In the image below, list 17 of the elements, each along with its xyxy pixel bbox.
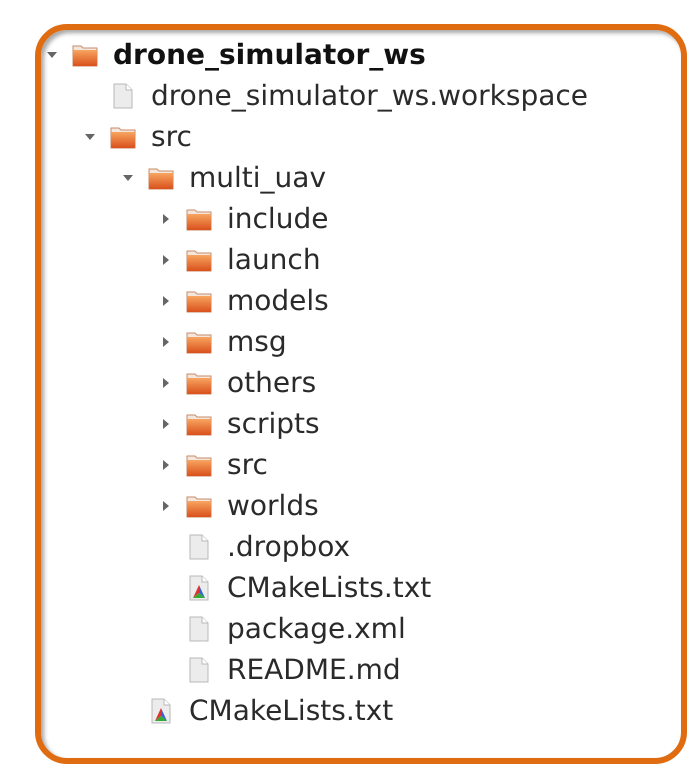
folder-name[interactable]: msg: [227, 325, 287, 358]
folder-name[interactable]: launch: [227, 243, 321, 276]
folder-name[interactable]: src: [151, 120, 192, 153]
folder-name[interactable]: models: [227, 284, 329, 317]
file-name[interactable]: CMakeLists.txt: [189, 694, 394, 727]
folder-name[interactable]: include: [227, 202, 328, 235]
file-name[interactable]: .dropbox: [227, 530, 350, 563]
file-name[interactable]: CMakeLists.txt: [227, 571, 432, 604]
folder-name[interactable]: worlds: [227, 489, 319, 522]
folder-name[interactable]: src: [227, 448, 268, 481]
folder-name[interactable]: scripts: [227, 407, 320, 440]
file-name[interactable]: drone_simulator_ws.workspace: [151, 79, 588, 112]
file-name[interactable]: package.xml: [227, 612, 406, 645]
file-name[interactable]: README.md: [227, 653, 401, 686]
folder-name[interactable]: others: [227, 366, 316, 399]
folder-name[interactable]: drone_simulator_ws: [113, 38, 426, 71]
folder-name[interactable]: multi_uav: [189, 161, 326, 194]
